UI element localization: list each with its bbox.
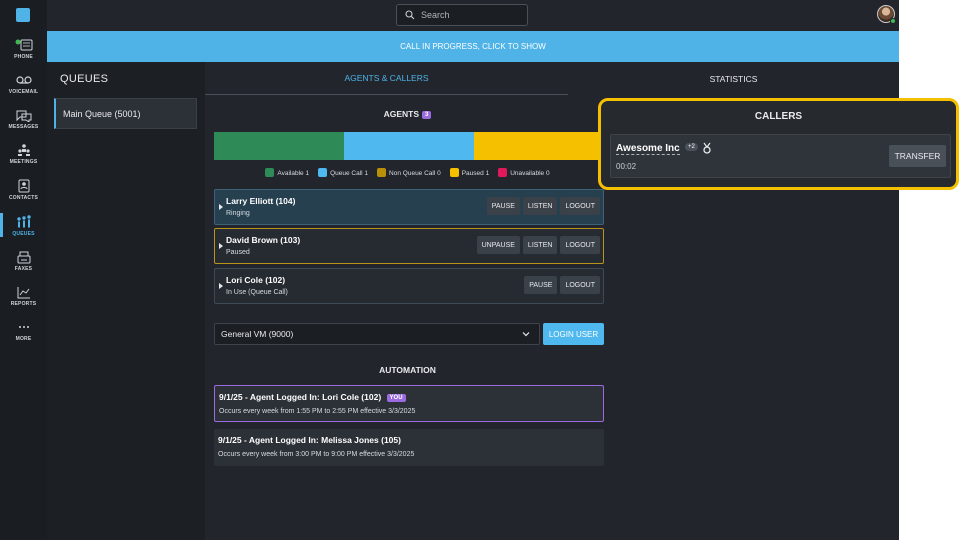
listen-button[interactable]: LISTEN — [522, 236, 558, 254]
queues-panel: QUEUES Main Queue (5001) — [47, 62, 205, 540]
expand-caret-icon[interactable] — [219, 243, 223, 249]
automation-item[interactable]: 9/1/25 - Agent Logged In: Melissa Jones … — [214, 429, 604, 466]
nav-label: FAXES — [14, 266, 33, 272]
expand-caret-icon[interactable] — [219, 283, 223, 289]
legend-item-queue-call: Queue Call 1 — [318, 168, 368, 177]
agents-title-label: AGENTS — [383, 109, 420, 119]
more-icon — [18, 320, 30, 334]
legend-item-unavailable: Unavailable 0 — [498, 168, 550, 177]
nav-label: QUEUES — [12, 231, 35, 237]
callers-title: CALLERS — [754, 111, 803, 122]
nav-label: PHONE — [14, 54, 33, 60]
legend-item-available: Available 1 — [265, 168, 309, 177]
nav-label: MEETINGS — [9, 159, 38, 165]
nav-label: REPORTS — [10, 301, 37, 307]
app-window: PHONE VOICEMAIL MESSAGES MEETINGS CONTAC — [0, 0, 899, 540]
search-icon — [405, 10, 415, 20]
nav-item-more[interactable]: MORE — [0, 320, 47, 350]
automation-item-title: 9/1/25 - Agent Logged In: Lori Cole (102… — [219, 392, 406, 402]
caller-name[interactable]: Awesome Inc — [616, 143, 680, 155]
app-logo — [16, 8, 30, 22]
agents-count-badge: 3 — [422, 111, 432, 119]
agent-state: Paused — [226, 249, 250, 256]
legend-item-paused: Paused 1 — [449, 168, 489, 177]
agent-state: Ringing — [226, 210, 250, 217]
contacts-icon — [18, 179, 30, 193]
nav-item-voicemail[interactable]: VOICEMAIL — [0, 73, 47, 103]
status-legend: Available 1 Queue Call 1 Non Queue Call … — [205, 168, 610, 177]
legend-item-non-queue-call: Non Queue Call 0 — [377, 168, 441, 177]
banner-text: CALL IN PROGRESS, CLICK TO SHOW — [400, 42, 546, 51]
meetings-icon — [17, 143, 31, 157]
nav-item-phone[interactable]: PHONE — [0, 38, 47, 68]
nav-item-queues[interactable]: QUEUES — [0, 213, 47, 245]
agent-status-bar — [214, 132, 604, 160]
reports-icon — [17, 285, 31, 299]
caller-extra-count: +2 — [685, 143, 698, 151]
nav-item-faxes[interactable]: FAXES — [0, 250, 47, 280]
search-placeholder: Search — [421, 10, 450, 20]
tab-statistics[interactable]: STATISTICS — [568, 62, 899, 95]
login-user-select[interactable]: General VM (9000) — [214, 323, 540, 345]
fax-icon — [17, 250, 31, 264]
you-badge: YOU — [386, 394, 406, 402]
caller-card[interactable]: Awesome Inc +2 00:02 TRANSFER — [610, 134, 951, 178]
agent-name: Larry Elliott (104) — [226, 196, 296, 206]
messages-icon — [16, 108, 32, 122]
nav-item-reports[interactable]: REPORTS — [0, 285, 47, 315]
automation-item[interactable]: 9/1/25 - Agent Logged In: Lori Cole (102… — [214, 385, 604, 422]
nav-item-contacts[interactable]: CONTACTS — [0, 179, 47, 209]
automation-item-title: 9/1/25 - Agent Logged In: Melissa Jones … — [218, 435, 401, 445]
logout-button[interactable]: LOGOUT — [560, 236, 600, 254]
top-bar: Search — [47, 0, 899, 31]
listen-button[interactable]: LISTEN — [522, 197, 558, 215]
agent-row[interactable]: Larry Elliott (104) Ringing PAUSE LISTEN… — [214, 189, 604, 225]
logout-button[interactable]: LOGOUT — [560, 197, 600, 215]
status-segment-paused — [474, 132, 604, 160]
agent-state: In Use (Queue Call) — [226, 289, 288, 296]
caller-duration: 00:02 — [616, 162, 637, 171]
nav-label: VOICEMAIL — [8, 89, 39, 95]
login-user-button[interactable]: LOGIN USER — [543, 323, 604, 345]
automation-title: AUTOMATION — [379, 365, 436, 375]
call-in-progress-banner[interactable]: CALL IN PROGRESS, CLICK TO SHOW — [47, 31, 899, 62]
automation-item-detail: Occurs every week from 3:00 PM to 9:00 P… — [218, 451, 415, 458]
callers-panel: CALLERS Awesome Inc +2 00:02 TRANSFER — [598, 98, 959, 190]
transfer-button[interactable]: TRANSFER — [889, 145, 946, 167]
voicemail-icon — [15, 73, 32, 87]
queues-title: QUEUES — [60, 73, 109, 85]
pause-button[interactable]: PAUSE — [486, 197, 520, 215]
expand-caret-icon[interactable] — [219, 204, 223, 210]
agent-name: Lori Cole (102) — [226, 275, 286, 285]
phone-icon — [15, 38, 33, 52]
chevron-down-icon — [522, 332, 530, 337]
queue-item-label: Main Queue (5001) — [63, 108, 141, 119]
agent-name: David Brown (103) — [226, 235, 301, 245]
status-segment-available — [214, 132, 344, 160]
nav-label: CONTACTS — [8, 195, 38, 201]
pause-button[interactable]: PAUSE — [524, 276, 558, 294]
queue-item-main[interactable]: Main Queue (5001) — [54, 98, 197, 129]
agents-section-title: AGENTS 3 — [205, 109, 610, 119]
agent-row[interactable]: Lori Cole (102) In Use (Queue Call) PAUS… — [214, 268, 604, 304]
logout-button[interactable]: LOGOUT — [560, 276, 600, 294]
nav-item-meetings[interactable]: MEETINGS — [0, 143, 47, 173]
medal-icon — [703, 142, 711, 154]
login-user-selected: General VM (9000) — [221, 329, 294, 339]
nav-label: MORE — [15, 336, 32, 342]
tab-bar: AGENTS & CALLERS STATISTICS — [205, 62, 899, 95]
nav-label: MESSAGES — [8, 124, 39, 130]
search-input[interactable]: Search — [396, 4, 528, 26]
agent-row[interactable]: David Brown (103) Paused UNPAUSE LISTEN … — [214, 228, 604, 264]
unpause-button[interactable]: UNPAUSE — [476, 236, 520, 254]
nav-item-messages[interactable]: MESSAGES — [0, 108, 47, 138]
presence-status-dot — [890, 18, 896, 24]
status-segment-queue-call — [344, 132, 474, 160]
tab-agents-callers[interactable]: AGENTS & CALLERS — [205, 62, 568, 95]
nav-rail: PHONE VOICEMAIL MESSAGES MEETINGS CONTAC — [0, 0, 47, 540]
queues-icon — [16, 215, 32, 229]
automation-item-detail: Occurs every week from 1:55 PM to 2:55 P… — [219, 408, 416, 415]
